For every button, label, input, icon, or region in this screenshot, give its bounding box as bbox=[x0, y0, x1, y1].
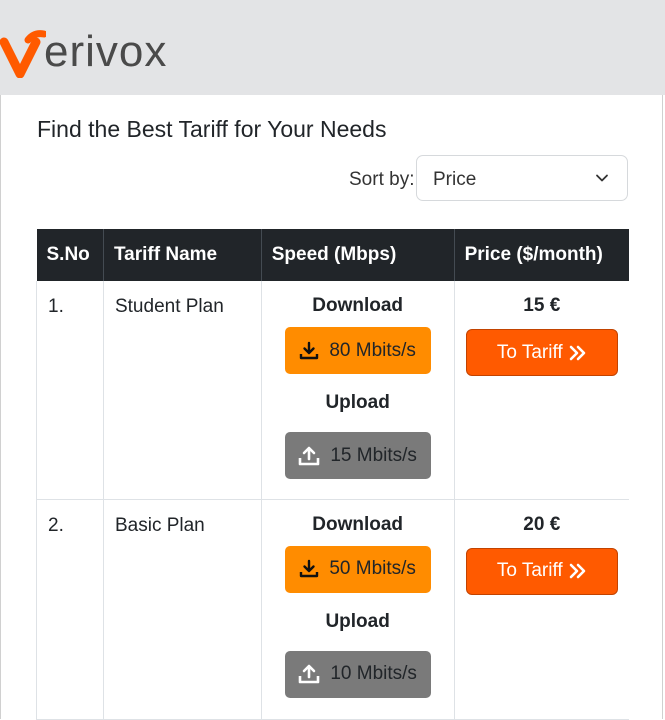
tariff-price: 15 € bbox=[523, 295, 561, 316]
site-header: erivox bbox=[0, 0, 665, 95]
table-header-row: S.No Tariff Name Speed (Mbps) Price ($/m… bbox=[36, 229, 629, 281]
to-tariff-label: To Tariff bbox=[496, 560, 563, 581]
row-sno-cell: 1. bbox=[36, 281, 104, 500]
column-header-speed: Speed (Mbps) bbox=[260, 229, 455, 281]
row-sno: 1. bbox=[48, 296, 64, 317]
table-row: 1. Student Plan Download 80 Mbits/s Uplo… bbox=[36, 281, 629, 500]
logo-v-mark bbox=[0, 30, 46, 78]
verivox-logo[interactable]: erivox bbox=[0, 18, 167, 78]
table-row: 2. Basic Plan Download 50 Mbits/s Upload bbox=[36, 499, 629, 720]
column-header-tariff-name: Tariff Name bbox=[102, 229, 262, 281]
upload-icon bbox=[299, 664, 320, 684]
upload-speed: 15 Mbits/s bbox=[330, 444, 417, 466]
column-header-price: Price ($/month) bbox=[453, 229, 629, 281]
to-tariff-button[interactable]: To Tariff bbox=[465, 547, 618, 595]
chevron-down-icon bbox=[596, 174, 608, 182]
double-chevron-right-icon bbox=[569, 563, 586, 579]
row-name-cell: Basic Plan bbox=[102, 499, 262, 720]
price-cell: 20 € To Tariff bbox=[453, 499, 629, 720]
upload-label: Upload bbox=[325, 392, 390, 413]
upload-speed-badge: 15 Mbits/s bbox=[284, 432, 431, 479]
to-tariff-label: To Tariff bbox=[496, 341, 563, 363]
to-tariff-button[interactable]: To Tariff bbox=[465, 329, 618, 376]
download-label: Download bbox=[312, 295, 404, 316]
upload-label: Upload bbox=[325, 610, 390, 632]
speed-cell: Download 80 Mbits/s Upload 15 Mbits/s bbox=[260, 281, 455, 500]
price-cell: 15 € To Tariff bbox=[453, 281, 629, 500]
row-sno-cell: 2. bbox=[36, 499, 104, 720]
download-speed: 80 Mbits/s bbox=[329, 339, 416, 361]
speed-cell: Download 50 Mbits/s Upload 10 Mbits/s bbox=[260, 499, 455, 720]
double-chevron-right-icon bbox=[569, 345, 586, 360]
row-sno: 2. bbox=[48, 514, 64, 536]
tariff-name: Basic Plan bbox=[114, 514, 205, 536]
download-label: Download bbox=[312, 513, 404, 535]
upload-icon bbox=[299, 446, 320, 465]
tariff-table: S.No Tariff Name Speed (Mbps) Price ($/m… bbox=[36, 229, 629, 720]
upload-speed: 10 Mbits/s bbox=[330, 663, 417, 684]
sort-selected-value: Price bbox=[433, 169, 477, 190]
download-speed-badge: 80 Mbits/s bbox=[284, 327, 431, 374]
page-title: Find the Best Tariff for Your Needs bbox=[37, 116, 387, 142]
download-speed-badge: 50 Mbits/s bbox=[284, 545, 431, 593]
logo-wordmark: erivox bbox=[44, 27, 168, 76]
sort-select[interactable]: Price bbox=[416, 155, 628, 201]
download-icon bbox=[300, 559, 319, 578]
download-icon bbox=[300, 341, 319, 359]
column-header-sno: S.No bbox=[36, 229, 104, 281]
tariff-price: 20 € bbox=[523, 513, 561, 535]
upload-speed-badge: 10 Mbits/s bbox=[284, 650, 431, 698]
row-name-cell: Student Plan bbox=[102, 281, 262, 500]
download-speed: 50 Mbits/s bbox=[329, 558, 416, 579]
tariff-name: Student Plan bbox=[114, 296, 224, 317]
sort-label: Sort by: bbox=[349, 169, 415, 190]
